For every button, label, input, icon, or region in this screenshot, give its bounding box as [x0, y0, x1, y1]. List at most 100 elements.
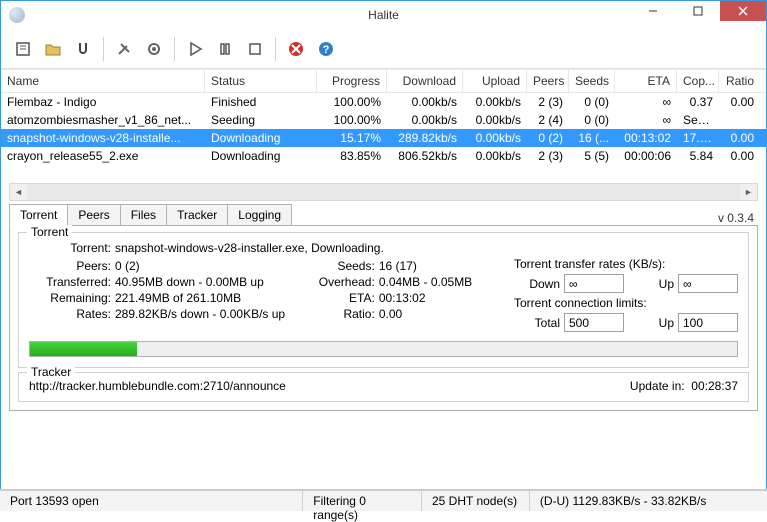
cell-download: 806.52kb/s	[387, 148, 463, 164]
tracker-legend: Tracker	[27, 365, 75, 379]
tools-button[interactable]	[110, 35, 138, 63]
cell-cop: 0.37	[677, 94, 719, 110]
detail-ratio: 0.00	[379, 307, 514, 321]
cell-upload: 0.00kb/s	[463, 130, 527, 146]
table-row[interactable]: crayon_release55_2.exeDownloading83.85%8…	[1, 147, 766, 165]
cell-name: Flembaz - Indigo	[1, 94, 205, 110]
detail-peers: 0 (2)	[115, 259, 309, 273]
status-rate: (D-U) 1129.83KB/s - 33.82KB/s	[530, 491, 767, 511]
table-row[interactable]: atomzombiesmasher_v1_86_net...Seeding100…	[1, 111, 766, 129]
cell-cop: 5.84	[677, 148, 719, 164]
progress-bar	[29, 341, 738, 357]
progress-fill	[30, 342, 137, 356]
cell-eta: ∞	[615, 94, 677, 110]
new-torrent-button[interactable]	[9, 35, 37, 63]
tab-torrent[interactable]: Torrent	[9, 204, 68, 226]
help-button[interactable]: ?	[312, 35, 340, 63]
status-dht: 25 DHT node(s)	[422, 491, 530, 511]
cell-peers: 2 (3)	[527, 148, 569, 164]
cell-ratio: 0.00	[719, 148, 760, 164]
col-peers[interactable]: Peers	[527, 70, 569, 92]
cell-seeds: 5 (5)	[569, 148, 615, 164]
tracker-url: http://tracker.humblebundle.com:2710/ann…	[29, 379, 630, 393]
toolbar: ?	[1, 29, 766, 69]
cell-seeds: 16 (...	[569, 130, 615, 146]
tab-logging[interactable]: Logging	[227, 204, 292, 225]
cell-cop: See...	[677, 112, 719, 128]
up-rate-input[interactable]	[678, 274, 738, 293]
close-button[interactable]	[720, 1, 766, 21]
cell-peers: 2 (3)	[527, 94, 569, 110]
detail-panel: Torrent Torrent:snapshot-windows-v28-ins…	[9, 225, 758, 411]
cell-progress: 100.00%	[317, 94, 387, 110]
scroll-right-icon[interactable]: ►	[740, 184, 757, 200]
tracker-fieldset: Tracker http://tracker.humblebundle.com:…	[18, 372, 749, 402]
tab-files[interactable]: Files	[120, 204, 167, 225]
limits-title: Torrent connection limits:	[514, 296, 738, 310]
cell-eta: 00:13:02	[615, 130, 677, 146]
status-port: Port 13593 open	[0, 491, 303, 511]
maximize-button[interactable]	[675, 1, 720, 21]
col-seeds[interactable]: Seeds	[569, 70, 615, 92]
open-torrent-button[interactable]	[39, 35, 67, 63]
app-icon	[9, 7, 25, 23]
scroll-track[interactable]	[27, 184, 740, 200]
remove-button[interactable]	[282, 35, 310, 63]
cell-progress: 83.85%	[317, 148, 387, 164]
cell-cop: 17.15	[677, 130, 719, 146]
up-limit-input[interactable]	[678, 313, 738, 332]
tab-tracker[interactable]: Tracker	[166, 204, 228, 225]
table-header[interactable]: Name Status Progress Download Upload Pee…	[1, 69, 766, 93]
cell-peers: 0 (2)	[527, 130, 569, 146]
detail-tabs: TorrentPeersFilesTrackerLogging v 0.3.4	[1, 203, 766, 225]
cell-status: Finished	[205, 94, 317, 110]
detail-remaining: 221.49MB of 261.10MB	[115, 291, 309, 305]
cell-seeds: 0 (0)	[569, 94, 615, 110]
cell-upload: 0.00kb/s	[463, 148, 527, 164]
cell-download: 0.00kb/s	[387, 112, 463, 128]
cell-status: Downloading	[205, 130, 317, 146]
detail-transferred: 40.95MB down - 0.00MB up	[115, 275, 309, 289]
cell-download: 289.82kb/s	[387, 130, 463, 146]
scroll-left-icon[interactable]: ◄	[10, 184, 27, 200]
col-upload[interactable]: Upload	[463, 70, 527, 92]
magnet-button[interactable]	[69, 35, 97, 63]
torrent-fieldset: Torrent Torrent:snapshot-windows-v28-ins…	[18, 232, 749, 368]
status-filter: Filtering 0 range(s)	[303, 491, 422, 511]
total-limit-input[interactable]	[564, 313, 624, 332]
cell-eta: ∞	[615, 112, 677, 128]
cell-status: Downloading	[205, 148, 317, 164]
cell-download: 0.00kb/s	[387, 94, 463, 110]
tracker-update-time: 00:28:37	[691, 379, 738, 393]
col-name[interactable]: Name	[1, 70, 205, 92]
stop-button[interactable]	[241, 35, 269, 63]
col-progress[interactable]: Progress	[317, 70, 387, 92]
col-ratio[interactable]: Ratio	[719, 70, 760, 92]
version-label: v 0.3.4	[718, 211, 758, 225]
table-row[interactable]: snapshot-windows-v28-installe...Download…	[1, 129, 766, 147]
cell-ratio: 0.00	[719, 94, 760, 110]
cell-name: crayon_release55_2.exe	[1, 148, 205, 164]
statusbar: Port 13593 open Filtering 0 range(s) 25 …	[0, 489, 767, 511]
col-cop[interactable]: Cop...	[677, 70, 719, 92]
cell-progress: 15.17%	[317, 130, 387, 146]
tab-peers[interactable]: Peers	[67, 204, 120, 225]
table-row[interactable]: Flembaz - IndigoFinished100.00%0.00kb/s0…	[1, 93, 766, 111]
cell-ratio: 0.00	[719, 130, 760, 146]
cell-upload: 0.00kb/s	[463, 94, 527, 110]
col-eta[interactable]: ETA	[615, 70, 677, 92]
col-status[interactable]: Status	[205, 70, 317, 92]
detail-overhead: 0.04MB - 0.05MB	[379, 275, 514, 289]
cell-ratio	[719, 119, 760, 121]
horizontal-scrollbar[interactable]: ◄ ►	[9, 183, 758, 201]
torrent-name-detail: snapshot-windows-v28-installer.exe, Down…	[115, 241, 738, 255]
pause-button[interactable]	[211, 35, 239, 63]
settings-button[interactable]	[140, 35, 168, 63]
torrent-legend: Torrent	[27, 225, 72, 239]
cell-eta: 00:00:06	[615, 148, 677, 164]
play-button[interactable]	[181, 35, 209, 63]
cell-progress: 100.00%	[317, 112, 387, 128]
col-download[interactable]: Download	[387, 70, 463, 92]
minimize-button[interactable]	[630, 1, 675, 21]
down-rate-input[interactable]	[564, 274, 624, 293]
